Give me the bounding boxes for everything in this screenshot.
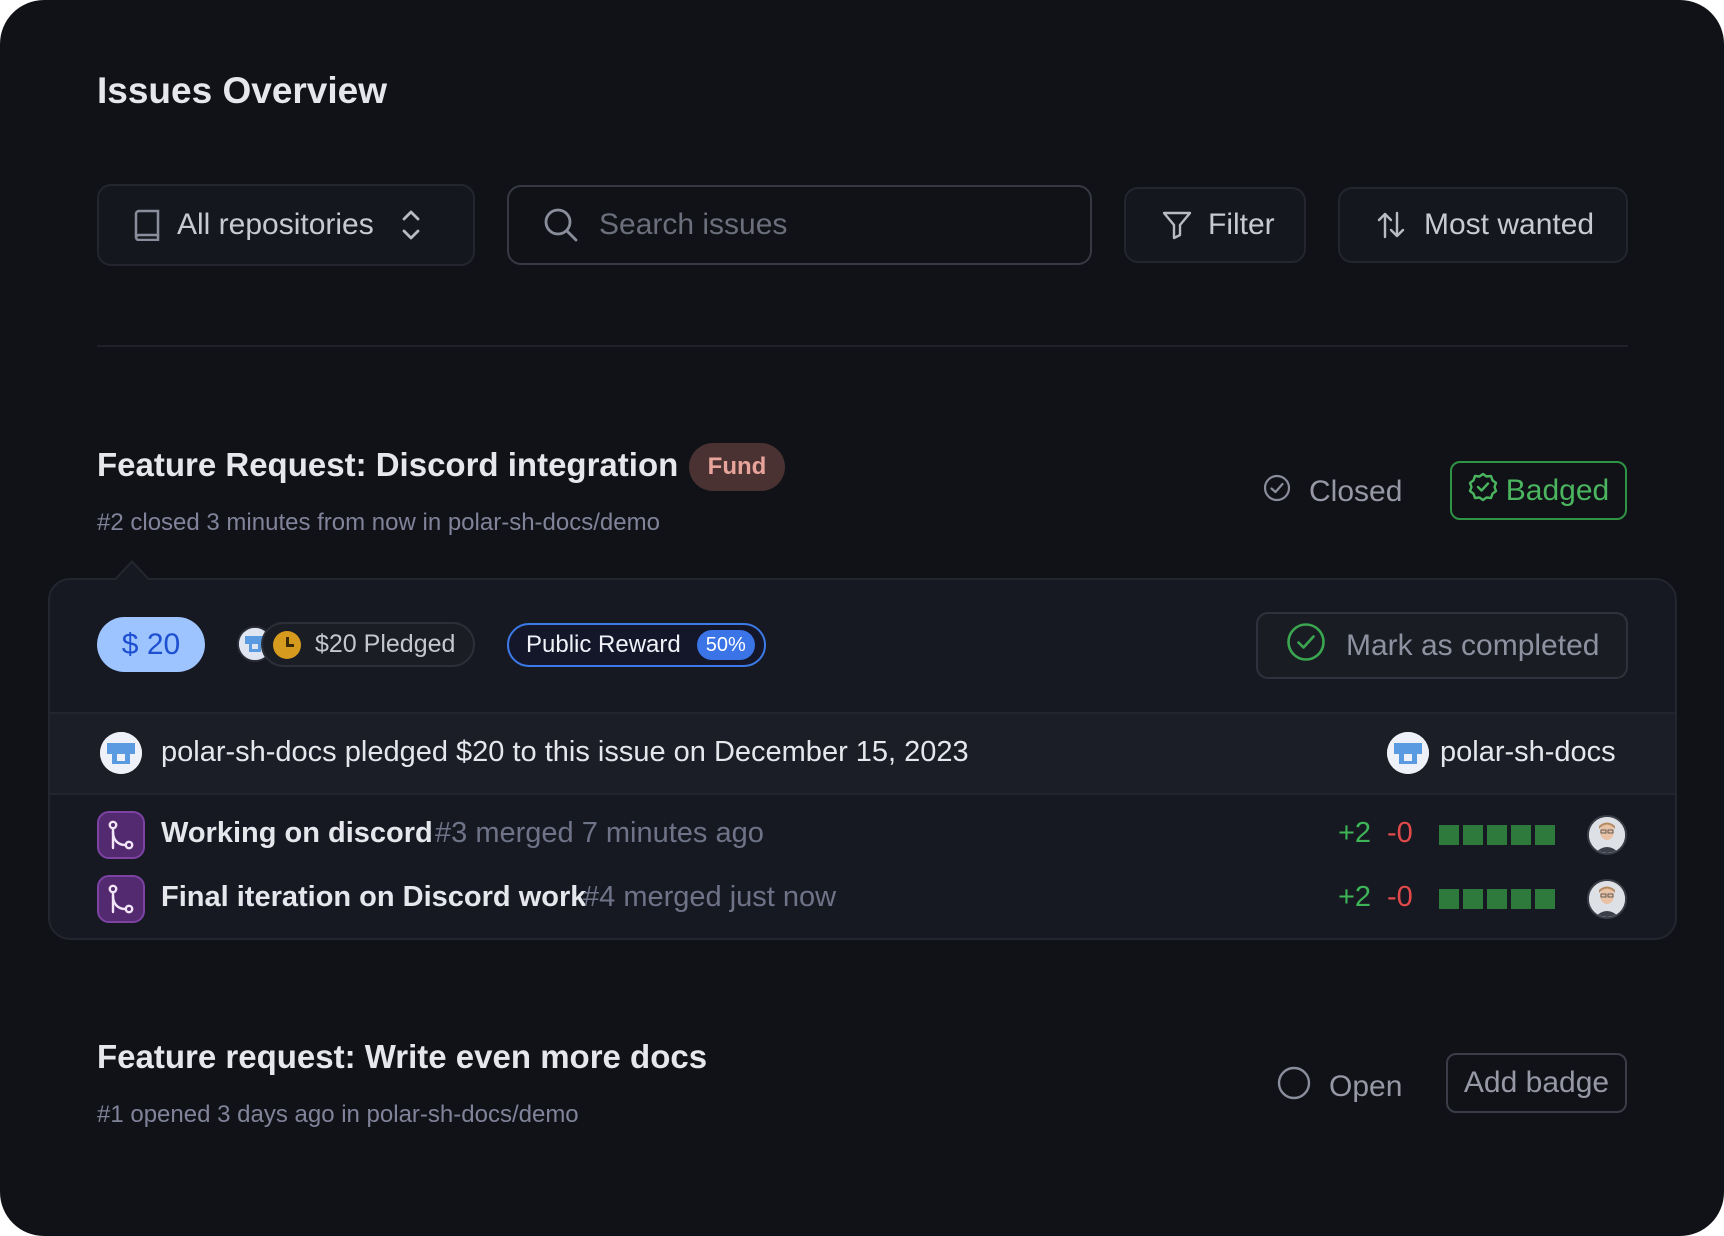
pull-request-meta: #3 merged 7 minutes ago: [435, 817, 764, 849]
add-badge-button[interactable]: Add badge: [1446, 1053, 1627, 1113]
issue-state-label: Closed: [1309, 475, 1403, 508]
check-circle-icon: [1286, 622, 1326, 670]
funnel-icon: [1162, 210, 1192, 240]
fund-badge[interactable]: Fund: [689, 443, 785, 491]
author-avatar[interactable]: [1587, 815, 1627, 855]
additions-count: +2: [1338, 817, 1372, 849]
pull-request-icon: [97, 875, 145, 923]
repository-select[interactable]: All repositories: [97, 184, 475, 266]
issue-state-label: Open: [1329, 1070, 1403, 1103]
mark-completed-label: Mark as completed: [1346, 628, 1600, 662]
pull-request-row[interactable]: Final iteration on Discord work #4 merge…: [97, 875, 1628, 923]
pledge-description: polar-sh-docs pledged $20 to this issue …: [161, 736, 969, 768]
search-icon: [543, 207, 579, 243]
public-reward-pill[interactable]: Public Reward 50%: [507, 623, 766, 667]
issue-title[interactable]: Feature Request: Discord integration: [97, 446, 678, 484]
issue-meta: #1 opened 3 days ago in polar-sh-docs/de…: [97, 1101, 579, 1128]
funding-amount-pill[interactable]: $ 20: [97, 617, 205, 672]
pledged-label: $20 Pledged: [315, 630, 456, 658]
badged-label: Badged: [1505, 473, 1610, 507]
card-pointer-fill: [116, 563, 148, 580]
book-icon: [133, 209, 161, 241]
search-input[interactable]: Search issues: [507, 185, 1092, 265]
check-circle-icon: [1263, 474, 1291, 510]
page-title: Issues Overview: [97, 70, 388, 111]
search-placeholder: Search issues: [599, 208, 788, 241]
pledger-avatar: [1387, 732, 1429, 774]
badge-check-icon: [1468, 472, 1498, 510]
filter-label: Filter: [1208, 208, 1275, 241]
clock-icon: [273, 630, 301, 659]
pull-request-title[interactable]: Working on discord: [161, 817, 433, 850]
pull-request-meta: #4 merged just now: [583, 881, 837, 913]
sort-button[interactable]: Most wanted: [1338, 187, 1628, 263]
diff-stat-bars: [1439, 889, 1555, 909]
chevron-up-down-icon: [400, 207, 422, 243]
issue-meta: #2 closed 3 minutes from now in polar-sh…: [97, 509, 660, 536]
pledger-name[interactable]: polar-sh-docs: [1440, 736, 1616, 769]
filter-button[interactable]: Filter: [1124, 187, 1306, 263]
mark-completed-button[interactable]: Mark as completed: [1256, 612, 1628, 679]
pledger-avatar: [100, 732, 142, 774]
toolbar-divider: [97, 345, 1628, 347]
public-reward-label: Public Reward: [526, 631, 681, 658]
issue-state-open: Open: [1277, 1066, 1402, 1108]
additions-count: +2: [1338, 881, 1372, 913]
pledged-pill: $20 Pledged: [261, 622, 475, 667]
pull-request-title[interactable]: Final iteration on Discord work: [161, 881, 586, 914]
pull-request-icon: [97, 811, 145, 859]
sort-label: Most wanted: [1424, 208, 1595, 241]
deletions-count: -0: [1387, 881, 1413, 913]
open-circle-icon: [1277, 1066, 1311, 1108]
reward-percent-badge: 50%: [696, 630, 755, 660]
badged-button[interactable]: Badged: [1450, 461, 1627, 520]
issues-panel: Issues Overview All repositories Search …: [0, 0, 1724, 1236]
sort-arrows-icon: [1376, 210, 1406, 240]
issue-title[interactable]: Feature request: Write even more docs: [97, 1038, 707, 1076]
pull-request-row[interactable]: Working on discord #3 merged 7 minutes a…: [97, 811, 1628, 859]
issue-state-closed: Closed: [1263, 474, 1402, 510]
author-avatar[interactable]: [1587, 879, 1627, 919]
repository-select-label: All repositories: [177, 208, 374, 241]
diff-stat-bars: [1439, 825, 1555, 845]
deletions-count: -0: [1387, 817, 1413, 849]
